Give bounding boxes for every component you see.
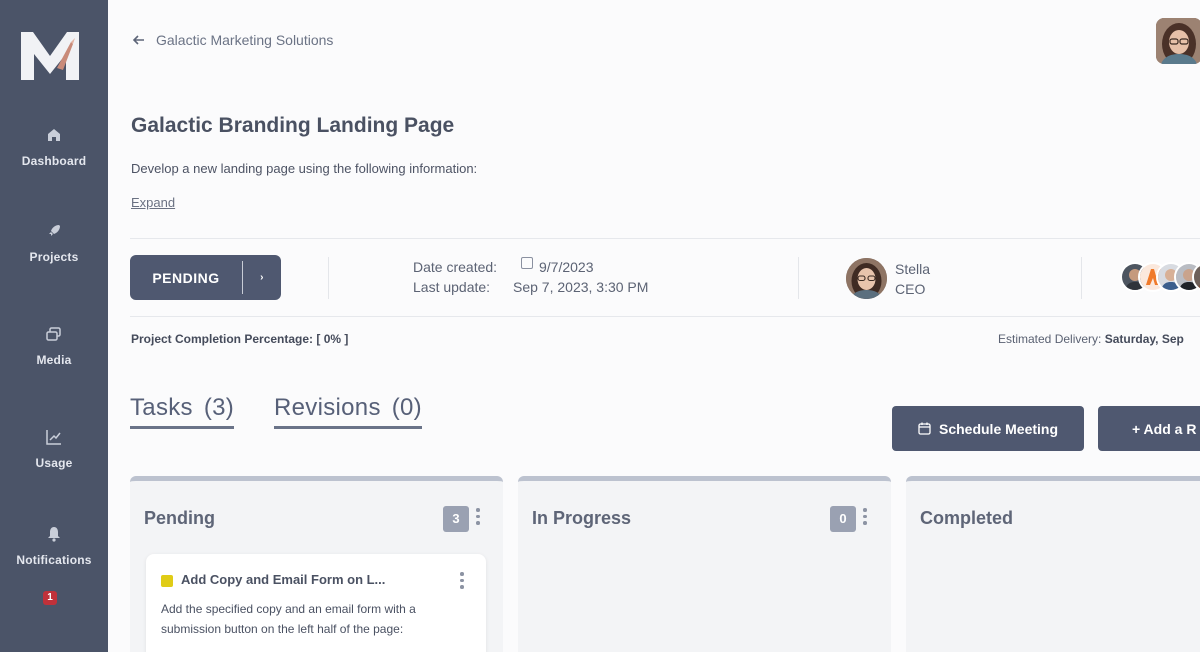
sidebar-item-label: Media — [36, 353, 72, 367]
owner-role: CEO — [895, 280, 926, 297]
team-avatars[interactable] — [1120, 262, 1200, 292]
sidebar-item-label: Usage — [35, 456, 73, 470]
home-icon — [45, 126, 63, 144]
board-column-pending: Pending 3 Add Copy and Email Form on L..… — [130, 476, 503, 652]
schedule-meeting-button[interactable]: Schedule Meeting — [892, 406, 1084, 451]
schedule-meeting-label: Schedule Meeting — [938, 420, 1059, 437]
date-created-value: 9/7/2023 — [539, 259, 594, 275]
main-content: Galactic Marketing Solutions Galactic Br… — [108, 0, 1200, 652]
sidebar-item-label: Projects — [29, 250, 79, 264]
more-vertical-icon[interactable] — [862, 508, 868, 530]
tab-label: Revisions — [274, 394, 381, 421]
project-description: Develop a new landing page using the fol… — [131, 161, 478, 176]
tab-count: (3) — [203, 394, 235, 421]
calendar-icon — [918, 422, 931, 435]
bell-icon — [45, 525, 63, 543]
user-avatar[interactable] — [1156, 18, 1200, 64]
expand-link[interactable]: Expand — [131, 195, 175, 210]
estimated-delivery: Estimated Delivery: Saturday, Sep — [998, 332, 1184, 346]
status-dropdown-button[interactable]: PENDING › — [130, 255, 281, 300]
column-title: In Progress — [532, 508, 632, 528]
project-title: Galactic Branding Landing Page — [131, 114, 455, 137]
column-title: Completed — [920, 508, 1014, 528]
task-card[interactable]: Add Copy and Email Form on L... Add the … — [146, 554, 486, 652]
add-revision-button[interactable]: + Add a R — [1098, 406, 1200, 451]
tab-revisions[interactable]: Revisions (0) — [274, 394, 422, 429]
last-update-label: Last update: — [413, 279, 491, 295]
chevron-right-icon: › — [260, 272, 264, 283]
column-title: Pending — [144, 508, 215, 528]
add-button-label: + Add a R — [1132, 420, 1197, 437]
task-description: Add the specified copy and an email form… — [161, 602, 416, 636]
divider — [130, 316, 1200, 317]
delivery-value: Saturday, Sep — [1104, 332, 1184, 346]
status-label: PENDING — [152, 269, 220, 286]
task-color-tag — [161, 575, 173, 587]
sidebar-item-projects[interactable]: Projects — [0, 222, 108, 264]
owner-avatar — [846, 258, 887, 299]
last-update-value: Sep 7, 2023, 3:30 PM — [513, 279, 649, 295]
tab-tasks[interactable]: Tasks (3) — [130, 394, 235, 429]
owner-name: Stella — [895, 260, 931, 277]
calendar-icon — [521, 257, 533, 269]
tab-label: Tasks — [130, 394, 193, 421]
media-icon — [45, 325, 63, 343]
sidebar: Dashboard Projects Media Usage Notificat… — [0, 0, 108, 652]
delivery-label: Estimated Delivery: — [998, 332, 1102, 346]
completion-percentage: Project Completion Percentage: [ 0% ] — [131, 332, 349, 346]
column-count: 3 — [443, 506, 469, 532]
app-logo[interactable] — [19, 28, 81, 82]
task-title: Add Copy and Email Form on L... — [181, 572, 386, 587]
tab-count: (0) — [391, 394, 422, 421]
board-column-in-progress: In Progress 0 — [518, 476, 891, 652]
sidebar-item-dashboard[interactable]: Dashboard — [0, 126, 108, 168]
sidebar-item-usage[interactable]: Usage — [0, 428, 108, 470]
sidebar-item-notifications[interactable]: Notifications — [0, 525, 108, 567]
project-owner: Stella CEO — [846, 258, 930, 299]
divider — [328, 257, 329, 299]
project-dates: Date created: 9/7/2023 Last update: Sep … — [413, 257, 648, 297]
divider — [1081, 257, 1082, 299]
more-vertical-icon[interactable] — [460, 572, 464, 589]
sidebar-item-label: Notifications — [16, 553, 92, 567]
divider — [798, 257, 799, 299]
date-created-label: Date created: — [413, 259, 498, 275]
chart-icon — [45, 428, 63, 446]
board-column-completed: Completed — [906, 476, 1200, 652]
column-count: 0 — [830, 506, 856, 532]
sidebar-item-media[interactable]: Media — [0, 325, 108, 367]
more-vertical-icon[interactable] — [475, 508, 481, 530]
back-link[interactable]: Galactic Marketing Solutions — [132, 32, 333, 48]
divider — [130, 238, 1200, 239]
back-link-label: Galactic Marketing Solutions — [156, 32, 334, 48]
arrow-left-icon — [132, 35, 144, 45]
rocket-icon — [45, 222, 63, 240]
sidebar-item-label: Dashboard — [21, 154, 87, 168]
notification-badge: 1 — [43, 591, 57, 605]
